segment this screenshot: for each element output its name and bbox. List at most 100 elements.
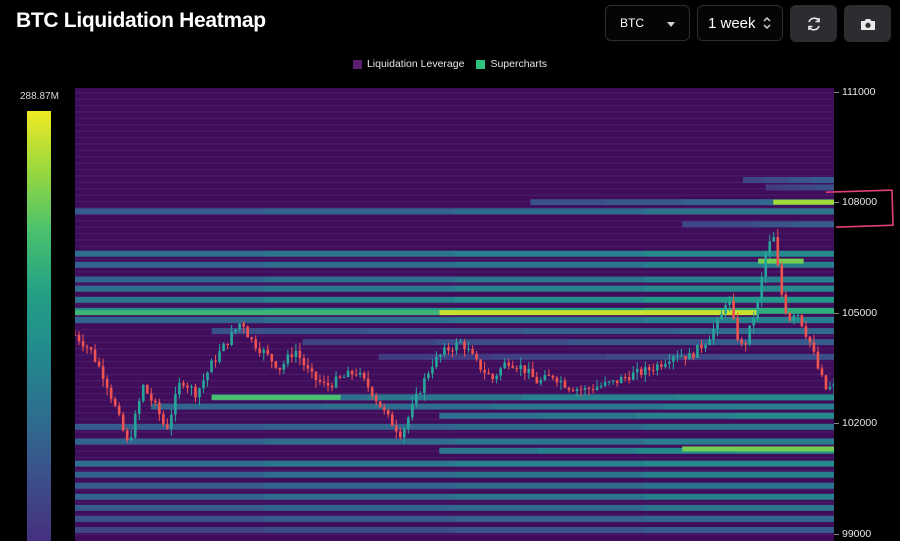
heatmap-band: [644, 471, 834, 478]
candle-body: [772, 237, 776, 242]
legend-label: Liquidation Leverage: [366, 58, 465, 70]
heatmap-band: [644, 482, 834, 489]
heatmap-band: [644, 460, 834, 467]
candle-body: [804, 326, 808, 337]
candle-body: [326, 382, 330, 386]
period-select[interactable]: 1 week: [697, 5, 783, 41]
heatmap-band: [264, 515, 455, 522]
candle-body: [282, 363, 286, 370]
candle-body: [423, 378, 426, 393]
candle-body: [623, 376, 627, 378]
legend-item[interactable]: Liquidation Leverage: [352, 58, 465, 70]
candle-body: [651, 369, 655, 371]
y-tick-mark: [834, 312, 839, 314]
heatmap-band: [765, 184, 784, 191]
candle-body: [150, 393, 153, 401]
heatmap-band: [636, 412, 736, 419]
heatmap-band: [439, 447, 539, 454]
candle-body: [740, 339, 743, 344]
candle-body: [499, 368, 502, 376]
candle-body: [93, 349, 97, 362]
candle-body: [342, 377, 346, 379]
candle-body: [575, 389, 579, 392]
candle-body: [403, 428, 406, 438]
heatmap-faint-line: [75, 181, 834, 184]
candle-body: [234, 329, 237, 332]
candle-body: [471, 349, 474, 354]
candle-body: [784, 294, 788, 314]
refresh-icon: [807, 16, 820, 31]
candle-body: [700, 344, 703, 349]
heatmap-band: [75, 460, 266, 467]
candle-body: [366, 378, 370, 388]
heatmap-band: [454, 208, 645, 215]
candle-body: [77, 334, 81, 342]
page-title: BTC Liquidation Heatmap: [16, 9, 266, 32]
candle-body: [483, 369, 486, 373]
heatmap-faint-line: [75, 284, 834, 286]
candle-body: [129, 437, 133, 440]
candle-body: [531, 368, 535, 377]
heatmap-faint-line: [75, 98, 834, 100]
heatmap-faint-line: [75, 232, 834, 235]
candle-body: [174, 394, 177, 415]
heatmap-faint-line: [75, 360, 834, 363]
candle-body: [411, 403, 414, 418]
candle-body: [808, 336, 812, 343]
candle-body: [382, 407, 386, 411]
y-tick-mark: [834, 202, 839, 204]
coin-select[interactable]: BTC: [605, 5, 690, 41]
candle-body: [419, 392, 422, 394]
candle-body: [463, 341, 466, 350]
candle-body: [318, 379, 322, 382]
candle-body: [85, 346, 89, 348]
refresh-button[interactable]: [790, 5, 837, 42]
candle-body: [75, 334, 77, 336]
candle-body: [495, 375, 498, 380]
heatmap-faint-line: [75, 488, 834, 491]
colorbar-max-label: 288.87M: [20, 91, 59, 102]
candle-body: [595, 387, 599, 391]
candle-body: [543, 375, 547, 381]
candle-body: [370, 387, 374, 396]
candle-body: [627, 377, 631, 380]
legend-item[interactable]: Supercharts: [476, 58, 547, 70]
candle-body: [591, 389, 595, 391]
candle-body: [133, 413, 137, 438]
candle-body: [314, 371, 318, 380]
candle-body: [680, 355, 683, 357]
candle-body: [113, 398, 117, 406]
heatmap-band: [454, 317, 645, 324]
candle-body: [447, 347, 450, 351]
heatmap-hot-band: [439, 310, 759, 316]
heatmap-faint-line: [75, 162, 834, 164]
candle-body: [708, 339, 711, 346]
heatmap-band: [75, 526, 266, 533]
heatmap-band: [454, 438, 645, 445]
heatmap-band: [454, 526, 645, 533]
candle-body: [258, 348, 262, 354]
heatmap-faint-line: [75, 136, 834, 139]
candle-body: [202, 380, 205, 389]
screenshot-button[interactable]: [844, 5, 891, 42]
candle-body: [262, 349, 266, 354]
candle-body: [816, 351, 820, 369]
heatmap-band: [522, 328, 679, 335]
candle-body: [145, 385, 149, 394]
candle-body: [97, 361, 101, 367]
y-tick-label: 105000: [842, 306, 878, 319]
heatmap-band: [644, 285, 834, 292]
candle-body: [362, 372, 366, 379]
heatmap-band: [75, 515, 266, 522]
heatmap-plot[interactable]: [75, 88, 834, 541]
candle-body: [210, 360, 213, 373]
camera-icon: [860, 18, 875, 30]
heatmap-band: [644, 276, 834, 283]
heatmap-band: [454, 250, 645, 257]
candle-body: [820, 368, 824, 376]
candle-body: [800, 314, 804, 327]
candle-body: [647, 367, 651, 370]
candle-body: [117, 405, 121, 415]
heatmap-band: [454, 460, 645, 467]
heatmap-band: [735, 412, 834, 419]
